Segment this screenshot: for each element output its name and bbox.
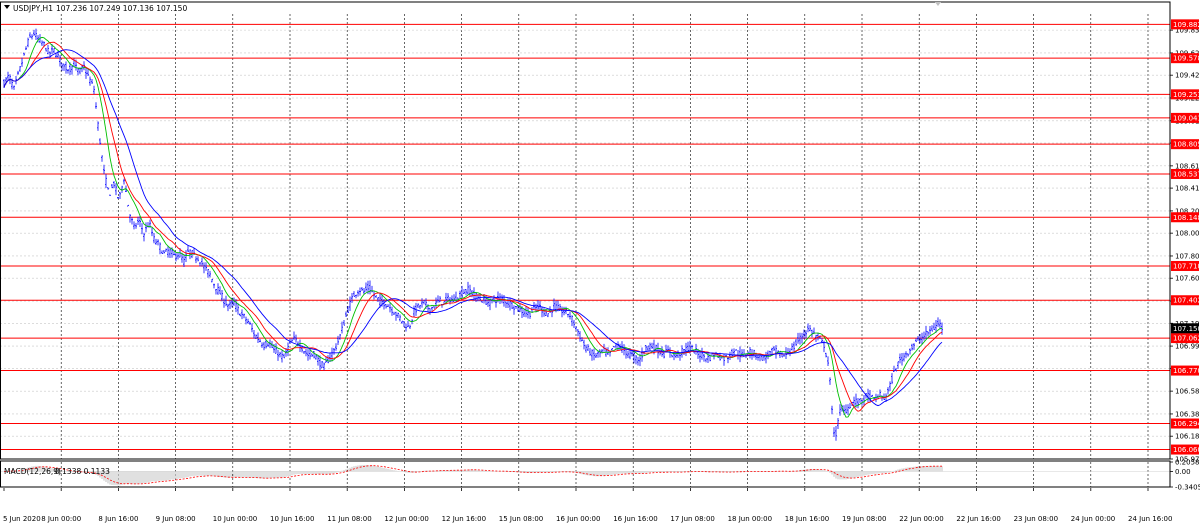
- y-tick-label: 108.410: [1175, 185, 1200, 193]
- chart-header: USDJPY,H1 107.236 107.249 107.136 107.15…: [4, 4, 187, 13]
- price-chart: 109.830109.625109.425109.220109.015108.8…: [0, 1, 1200, 523]
- macd-signal-line: [4, 465, 943, 485]
- macd-y-tick-label: 0.00: [1175, 468, 1191, 476]
- y-tick-label: 106.380: [1175, 410, 1200, 418]
- macd-header: MACD(12,26,9) 0.1338 0.1133: [4, 467, 110, 476]
- x-tick-label: 8 Jun 00:00: [41, 515, 81, 523]
- ohlc-values: 107.236 107.249 107.136 107.150: [56, 4, 187, 13]
- time-axis: 5 Jun 2020 8 Jun 00:00 8 Jun 16:00 9 Jun 08…: [3, 488, 1172, 523]
- shift-marker-icon[interactable]: [935, 2, 941, 6]
- dropdown-arrow-icon[interactable]: [4, 5, 10, 9]
- x-tick-label: 5 Jun 2020: [3, 515, 41, 523]
- y-tick-label: 108.005: [1175, 230, 1200, 238]
- level-label: 106.770: [1173, 367, 1200, 375]
- x-tick-label: 12 Jun 16:00: [442, 515, 486, 523]
- x-tick-label: 24 Jun 16:00: [1128, 515, 1172, 523]
- level-label: 107.402: [1173, 297, 1200, 305]
- grid: [0, 14, 1170, 487]
- level-label: 109.041: [1173, 114, 1200, 122]
- x-tick-label: 18 Jun 16:00: [785, 515, 829, 523]
- x-tick-label: 17 Jun 08:00: [670, 515, 714, 523]
- x-tick-label: 15 Jun 08:00: [499, 515, 543, 523]
- current-price-label: 107.150: [1173, 325, 1200, 333]
- level-label: 109.578: [1173, 55, 1200, 63]
- x-tick-label: 9 Jun 08:00: [156, 515, 196, 523]
- macd-values: 0.1338 0.1133: [55, 467, 110, 476]
- level-label: 107.062: [1173, 335, 1200, 343]
- x-tick-label: 10 Jun 16:00: [270, 515, 314, 523]
- level-label: 108.148: [1173, 214, 1200, 222]
- ma-mid-line: [3, 41, 943, 412]
- macd-title: MACD(12,26,9): [4, 467, 61, 476]
- level-label: 109.253: [1173, 91, 1200, 99]
- y-tick-label: 107.800: [1175, 252, 1200, 260]
- y-tick-label: 106.585: [1175, 388, 1200, 396]
- level-label: 106.294: [1173, 420, 1200, 428]
- x-tick-label: 16 Jun 16:00: [613, 515, 657, 523]
- x-tick-label: 12 Jun 00:00: [384, 515, 428, 523]
- x-tick-label: 22 Jun 16:00: [956, 515, 1000, 523]
- level-label: 108.805: [1173, 141, 1200, 149]
- main-panel-frame: [0, 1, 1171, 460]
- x-tick-label: 16 Jun 00:00: [556, 515, 600, 523]
- x-tick-label: 23 Jun 08:00: [1014, 515, 1058, 523]
- level-label: 109.882: [1173, 21, 1200, 29]
- symbol-label: USDJPY,H1: [13, 4, 53, 13]
- x-tick-label: 11 Jun 08:00: [327, 515, 371, 523]
- chart-window: 109.830109.625109.425109.220109.015108.8…: [0, 0, 1200, 527]
- y-tick-label: 107.600: [1175, 275, 1200, 283]
- level-label: 106.060: [1173, 446, 1200, 454]
- x-tick-label: 24 Jun 00:00: [1071, 515, 1115, 523]
- x-tick-label: 8 Jun 16:00: [98, 515, 138, 523]
- y-tick-label: 106.990: [1175, 343, 1200, 351]
- level-label: 108.537: [1173, 170, 1200, 178]
- y-tick-label: 109.425: [1175, 72, 1200, 80]
- ma-slow-line: [3, 49, 943, 407]
- macd-y-tick-label: 0.2058: [1175, 459, 1200, 467]
- x-tick-label: 10 Jun 00:00: [213, 515, 257, 523]
- price-bars: [3, 28, 943, 441]
- x-tick-label: 18 Jun 00:00: [728, 515, 772, 523]
- macd-y-tick-label: -0.3405: [1175, 484, 1200, 492]
- y-tick-label: 106.180: [1175, 433, 1200, 441]
- chart-frame: [0, 1, 1171, 488]
- x-tick-label: 19 Jun 08:00: [842, 515, 886, 523]
- x-tick-label: 22 Jun 00:00: [899, 515, 943, 523]
- level-label: 107.710: [1173, 262, 1200, 270]
